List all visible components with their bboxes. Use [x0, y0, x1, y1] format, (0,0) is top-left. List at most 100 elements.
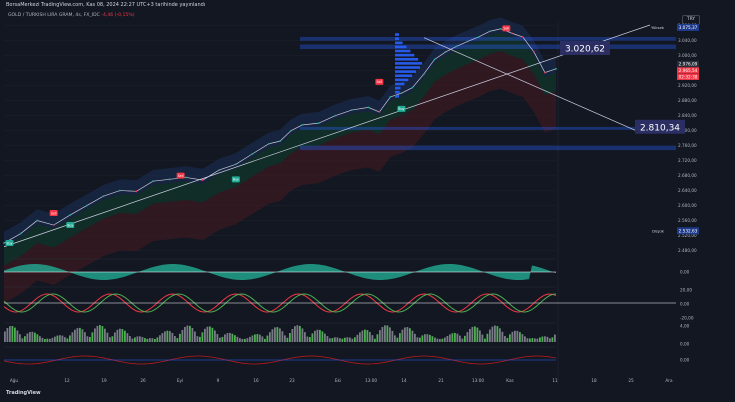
histogram-bar [281, 331, 284, 342]
price-point [85, 204, 88, 207]
x-tick-label: 26 [140, 378, 146, 383]
histogram-bar [274, 327, 276, 342]
histogram-bar [374, 338, 376, 342]
hilo-tag-value: 2.532,63 [679, 228, 698, 233]
histogram-bar [149, 338, 151, 342]
histogram-bar [199, 336, 201, 342]
histogram-bar [284, 335, 286, 342]
price-point [488, 30, 491, 33]
histogram-bar [201, 332, 204, 342]
price-point [367, 106, 370, 109]
x-tick-label: 11 [552, 378, 558, 383]
histogram-bar [376, 334, 379, 342]
histogram-bar [286, 337, 289, 342]
histogram-bar [86, 336, 89, 342]
histogram-bar [146, 338, 149, 342]
histogram-bar [499, 328, 501, 342]
price-point [301, 124, 303, 126]
histogram-bar [136, 336, 139, 342]
price-point [477, 36, 480, 38]
volume-profile-bar [395, 45, 407, 49]
histogram-bar [16, 330, 19, 342]
histogram-bar [314, 330, 316, 342]
histogram-bar [74, 329, 76, 342]
price-point [389, 96, 392, 98]
histogram-bar [214, 330, 216, 342]
histogram-bar [319, 329, 321, 342]
price-tag-value: 02:32:38 [679, 74, 698, 79]
histogram-bar [539, 337, 541, 342]
price-point [102, 195, 105, 198]
histogram-bar [256, 334, 259, 342]
pane-tick-label: 20,00 [680, 288, 692, 293]
tradingview-logo[interactable]: TradingView [6, 390, 41, 396]
histogram-bar [434, 337, 436, 342]
histogram-bar [471, 326, 474, 342]
volume-profile-bar [395, 86, 401, 90]
price-point [334, 114, 337, 117]
histogram-bar [436, 338, 439, 342]
histogram-bar [226, 333, 229, 342]
histogram-bar [69, 335, 71, 342]
price-point [466, 40, 469, 43]
histogram-bar [9, 326, 11, 342]
y-tick-label: 2.680,00 [678, 173, 697, 178]
histogram-bar [476, 327, 479, 342]
signal-label: Buy [233, 178, 239, 182]
histogram-bar [209, 326, 211, 342]
histogram-bar [501, 331, 504, 342]
histogram-bar [521, 334, 524, 342]
histogram-bar [419, 337, 421, 342]
histogram-bar [454, 332, 456, 342]
y-tick-label: 3.000,00 [678, 53, 697, 58]
price-point [268, 142, 270, 145]
histogram-bar [276, 327, 279, 342]
x-tick-label: 13:00 [472, 378, 484, 383]
histogram-bar [236, 336, 239, 342]
price-point [433, 58, 436, 61]
histogram-bar [341, 338, 344, 342]
histogram-bar [49, 338, 51, 342]
y-tick-label: 2.640,00 [678, 188, 697, 193]
volume-profile-bar [395, 62, 423, 65]
price-point [135, 190, 138, 193]
histogram-bar [134, 337, 136, 342]
y-tick-label: 2.880,00 [678, 98, 697, 103]
histogram-bar [51, 337, 54, 342]
histogram-bar [231, 333, 234, 342]
histogram-bar [129, 336, 131, 342]
histogram-bar [346, 337, 349, 342]
y-tick-label: 3.040,00 [678, 38, 697, 43]
price-point [218, 169, 221, 171]
histogram-bar [151, 338, 154, 342]
histogram-bar [239, 338, 241, 342]
histogram-bar [334, 337, 336, 342]
histogram-bar [504, 335, 506, 342]
histogram-bar [529, 338, 531, 342]
price-zone [300, 126, 676, 130]
histogram-bar [534, 338, 536, 342]
price-point [36, 219, 39, 222]
pane-tick-label: 0,00 [680, 302, 690, 307]
histogram-bar [291, 328, 294, 342]
price-point [201, 179, 204, 181]
histogram-bar [316, 329, 319, 342]
histogram-bar [111, 336, 114, 342]
histogram-bar [296, 325, 299, 342]
footer [0, 387, 735, 402]
volume-profile-bar [395, 37, 399, 40]
histogram-bar [459, 335, 461, 342]
chart-canvas[interactable]: 2.480,002.520,002.560,002.600,002.640,00… [0, 0, 735, 402]
histogram-bar [349, 337, 351, 342]
histogram-bar [509, 334, 511, 342]
histogram-bar [426, 334, 429, 342]
histogram-bar [514, 330, 516, 342]
histogram-bar [229, 332, 231, 342]
histogram-bar [141, 336, 144, 342]
histogram-bar [24, 336, 26, 342]
histogram-bar [154, 338, 156, 342]
x-tick-label: 16 [253, 378, 259, 383]
histogram-bar [216, 333, 219, 342]
histogram-bar [469, 328, 471, 342]
histogram-bar [266, 335, 269, 342]
